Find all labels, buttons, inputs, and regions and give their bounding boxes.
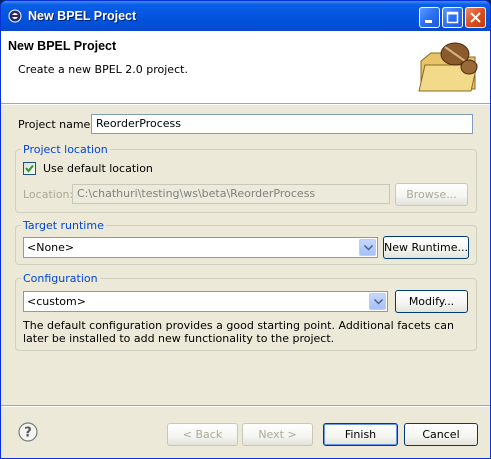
configuration-group-label: Configuration [21,272,100,285]
browse-button[interactable]: Browse... [395,183,468,206]
configuration-value: <custom> [27,295,86,308]
maximize-button[interactable] [442,7,463,28]
target-runtime-select[interactable]: <None> [23,237,378,258]
close-icon [470,12,481,23]
window-title: New BPEL Project [28,9,137,23]
configuration-description: The default configuration provides a goo… [23,319,454,345]
target-runtime-group-label: Target runtime [21,219,106,232]
new-bpel-project-dialog: New BPEL Project New BPEL Project Create… [0,0,491,459]
new-runtime-button[interactable]: New Runtime... [383,236,469,259]
footer-separator [1,405,490,407]
help-icon[interactable]: ? [18,422,38,442]
configuration-select[interactable]: <custom> [23,291,388,312]
header-separator [1,103,490,105]
folder-bean-icon [418,42,478,92]
use-default-location-checkbox[interactable] [23,162,36,175]
cancel-button[interactable]: Cancel [404,423,478,446]
svg-text:?: ? [24,426,32,441]
use-default-location-label: Use default location [43,162,153,175]
modify-button[interactable]: Modify... [395,290,468,313]
title-bar[interactable]: New BPEL Project [1,1,490,31]
location-input[interactable]: C:\chathuri\testing\ws\beta\ReorderProce… [72,184,390,204]
project-location-group-label: Project location [21,143,110,156]
dialog-header: New BPEL Project Create a new BPEL 2.0 p… [1,31,490,103]
minimize-button[interactable] [419,7,440,28]
minimize-icon [425,20,432,23]
location-label: Location: [23,188,74,201]
chevron-down-icon[interactable] [369,293,386,310]
close-button[interactable] [465,7,486,28]
header-title: New BPEL Project [8,39,117,53]
next-button[interactable]: Next > [242,423,313,446]
chevron-down-icon[interactable] [359,239,376,256]
target-runtime-value: <None> [27,241,75,254]
checkmark-icon [25,164,34,173]
header-description: Create a new BPEL 2.0 project. [18,63,188,76]
maximize-icon [446,11,459,24]
project-name-label: Project name: [18,118,95,131]
eclipse-icon [8,9,22,23]
finish-button[interactable]: Finish [323,423,398,446]
back-button[interactable]: < Back [167,423,238,446]
project-name-input[interactable]: ReorderProcess [91,114,473,134]
